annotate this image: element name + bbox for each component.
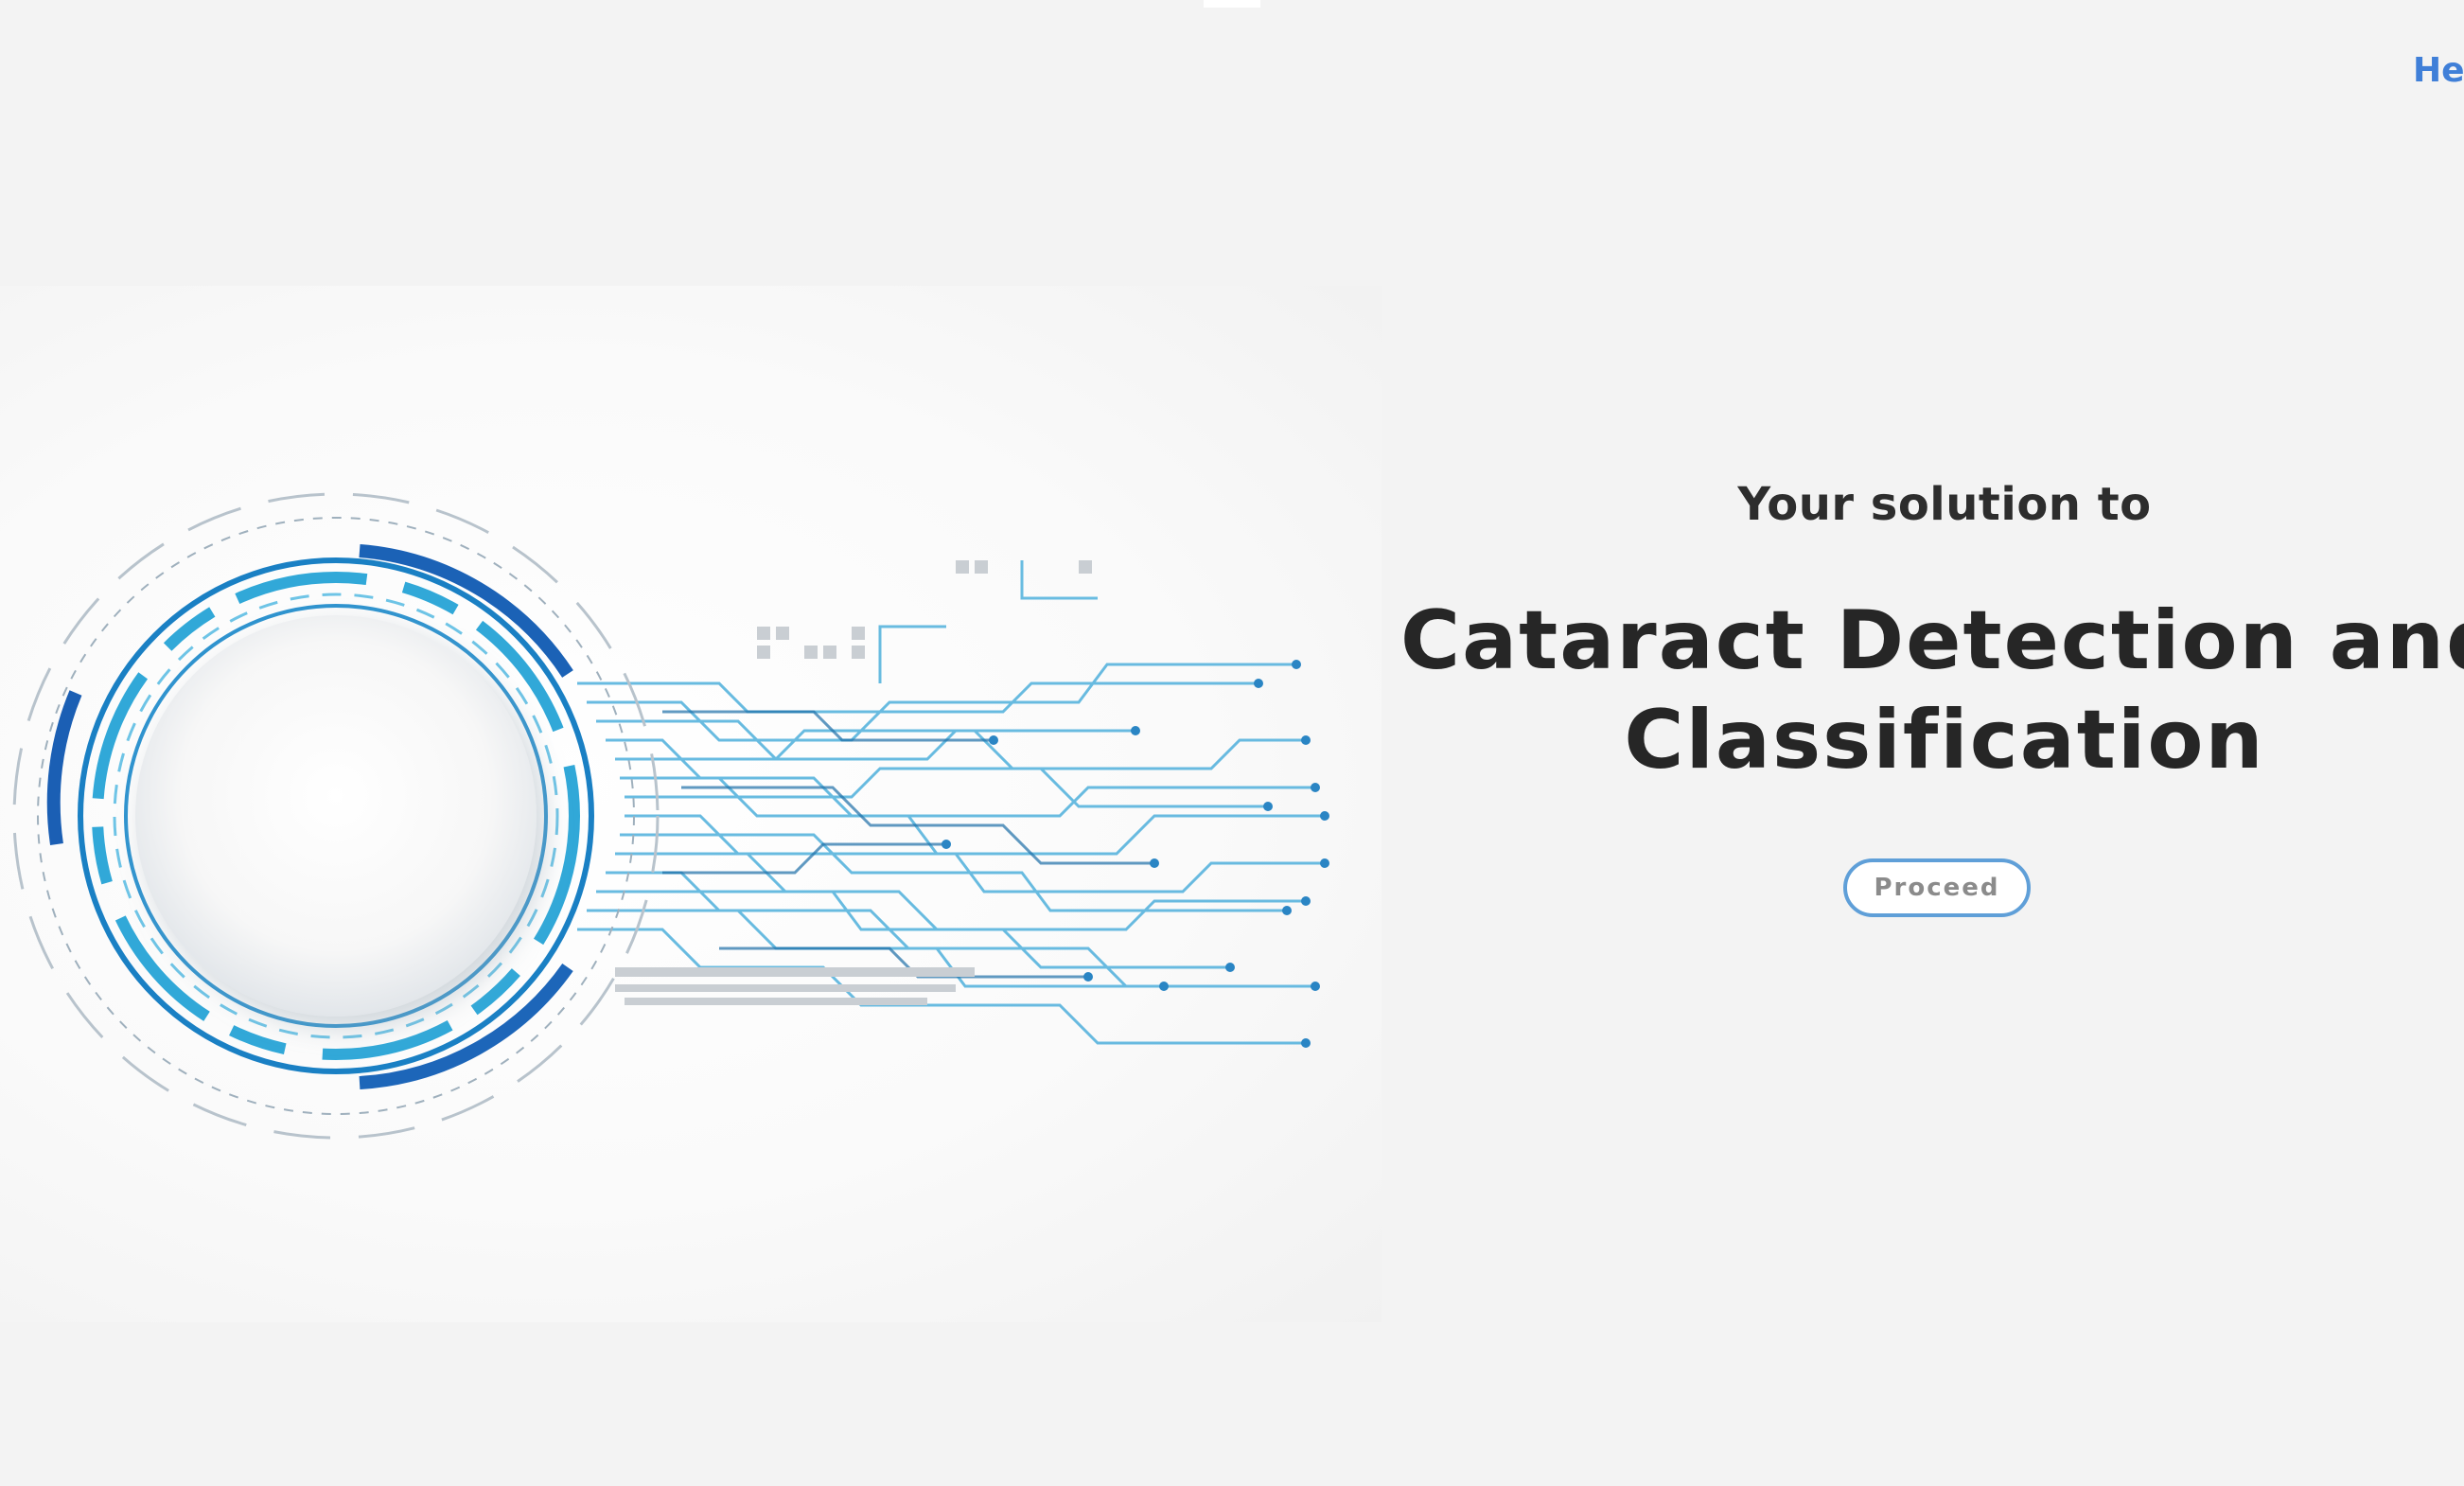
pixel-blocks	[615, 560, 1092, 1005]
page-title-line2: Classification	[1624, 693, 2265, 788]
page-title-line1: Cataract Detection and	[1400, 593, 2464, 689]
circuit-eye-graphic	[12, 492, 1329, 1140]
nav-link-home[interactable]: He	[2413, 51, 2464, 90]
top-bar-indicator	[1204, 0, 1260, 8]
landing-page: He Your solution to Cataract Detection a…	[0, 0, 2464, 1486]
eye-lens	[135, 615, 537, 1017]
circuit-traces-dark	[662, 710, 1154, 979]
hero-illustration	[0, 286, 1382, 1322]
proceed-button[interactable]: Proceed	[1843, 858, 2031, 917]
page-title: Cataract Detection and Classification	[1400, 592, 2464, 790]
hero-text: Your solution to Cataract Detection and …	[1400, 473, 2464, 917]
tagline: Your solution to	[1737, 478, 2152, 531]
